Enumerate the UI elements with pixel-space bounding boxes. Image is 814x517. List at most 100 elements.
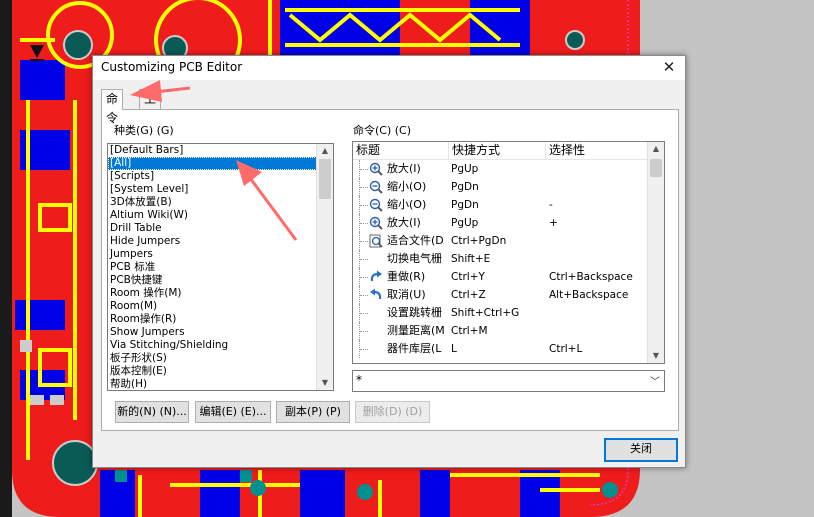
command-shortcut: Ctrl+Y [451, 271, 485, 283]
command-shortcut: PgDn [451, 181, 479, 193]
category-item[interactable]: Room操作(R) [108, 313, 333, 326]
customize-dialog: Customizing PCB Editor ✕ 命令 工具栏 种类(G) (G… [92, 55, 686, 468]
category-list[interactable]: [Default Bars] [All] [Scripts] [System Leve… [107, 143, 334, 391]
command-title: 切换电气栅 [387, 252, 442, 265]
category-item[interactable]: Via Stitching/Shielding [108, 339, 333, 352]
command-shortcut: Shift+Ctrl+G [451, 307, 520, 319]
edit-button[interactable]: 编辑(E) (E)... [195, 401, 271, 423]
scroll-down-icon[interactable]: ▼ [648, 349, 664, 363]
command-row[interactable]: 器件库层(L L Ctrl+L [353, 340, 648, 358]
category-item[interactable]: PCB 标准 [108, 261, 333, 274]
dialog-title: Customizing PCB Editor [101, 60, 243, 74]
category-item[interactable]: 3D体放置(B) [108, 196, 333, 209]
scroll-thumb[interactable] [319, 159, 331, 199]
tree-connector [359, 214, 368, 232]
column-header-shortcut[interactable]: 快捷方式 [449, 142, 546, 159]
command-row[interactable]: 设置跳转栅 Shift+Ctrl+G [353, 304, 648, 322]
command-row[interactable]: 适合文件(D Ctrl+PgDn [353, 232, 648, 250]
category-item[interactable]: 版本控制(E) [108, 365, 333, 378]
command-shortcut: Shift+E [451, 253, 491, 265]
category-item[interactable]: PCB快捷键 [108, 274, 333, 287]
scroll-down-icon[interactable]: ▼ [317, 376, 333, 390]
category-scrollbar[interactable]: ▲ ▼ [316, 144, 333, 390]
command-title: 放大(I) [387, 162, 421, 175]
tree-connector [359, 196, 368, 214]
command-title: 器件库层(L [387, 342, 442, 355]
fit-document-icon [369, 234, 383, 248]
command-title: 缩小(O) [387, 180, 427, 193]
command-filter-value: * [356, 373, 362, 387]
command-row[interactable]: 缩小(O) PgDn [353, 178, 648, 196]
category-item[interactable]: Show Jumpers [108, 326, 333, 339]
zoom-out-icon [369, 180, 383, 194]
command-title: 缩小(O) [387, 198, 427, 211]
category-item[interactable]: Drill Table [108, 222, 333, 235]
command-row[interactable]: 测量距离(M Ctrl+M [353, 322, 648, 340]
category-item[interactable]: Room 操作(M) [108, 287, 333, 300]
command-table[interactable]: 标题 快捷方式 选择性 放大(I) PgUp 缩小(O) PgDn 缩小(O) PgDn -… [352, 141, 665, 364]
command-shortcut: PgDn [451, 199, 479, 211]
close-icon[interactable]: ✕ [661, 58, 677, 76]
column-header-title[interactable]: 标题 [353, 142, 449, 159]
redo-icon [370, 270, 382, 282]
command-title: 测量距离(M [387, 324, 445, 337]
scroll-thumb[interactable] [650, 159, 662, 177]
tree-connector [359, 250, 368, 268]
command-alternate-shortcut: Ctrl+Backspace [549, 271, 633, 283]
command-row[interactable]: 缩小(O) PgDn - [353, 196, 648, 214]
command-table-header: 标题 快捷方式 选择性 [353, 142, 648, 160]
command-row[interactable]: 放大(I) PgUp + [353, 214, 648, 232]
category-item[interactable]: Jumpers [108, 248, 333, 261]
category-item[interactable]: [System Level] [108, 183, 333, 196]
zoom-out-icon [369, 198, 383, 212]
close-button[interactable]: 关闭 [604, 438, 678, 462]
command-title: 取消(U) [387, 288, 426, 301]
chevron-down-icon[interactable]: ﹀ [650, 373, 660, 388]
tree-connector [359, 322, 368, 340]
categories-label: 种类(G) (G) [114, 124, 174, 137]
zoom-in-icon [369, 162, 383, 176]
command-scrollbar[interactable]: ▲ ▼ [647, 142, 664, 363]
command-title: 设置跳转栅 [387, 306, 442, 319]
category-item[interactable]: [Default Bars] [108, 144, 333, 157]
copy-button[interactable]: 副本(P) (P) [276, 401, 350, 423]
command-row[interactable]: 重做(R) Ctrl+Y Ctrl+Backspace [353, 268, 648, 286]
tree-connector [359, 178, 368, 196]
command-alternate-shortcut: + [549, 217, 558, 229]
category-item[interactable]: [All] [108, 157, 333, 170]
scroll-up-icon[interactable]: ▲ [648, 142, 664, 156]
command-shortcut: L [451, 343, 457, 355]
category-item[interactable]: [Scripts] [108, 170, 333, 183]
command-row[interactable]: 取消(U) Ctrl+Z Alt+Backspace [353, 286, 648, 304]
scroll-up-icon[interactable]: ▲ [317, 144, 333, 158]
tree-connector [359, 304, 368, 322]
tree-connector [359, 160, 368, 178]
command-title: 放大(I) [387, 216, 421, 229]
command-shortcut: PgUp [451, 163, 479, 175]
command-shortcut: Ctrl+PgDn [451, 235, 507, 247]
category-item[interactable]: Hide Jumpers [108, 235, 333, 248]
command-filter-combo[interactable]: * ﹀ [352, 370, 665, 392]
command-alternate-shortcut: Alt+Backspace [549, 289, 629, 301]
command-shortcut: Ctrl+Z [451, 289, 486, 301]
tab-commands[interactable]: 命令 [101, 89, 124, 125]
command-row[interactable]: 放大(I) PgUp [353, 160, 648, 178]
category-item[interactable]: Altium Wiki(W) [108, 209, 333, 222]
command-title: 重做(R) [387, 270, 426, 283]
tab-toolbars[interactable]: 工具栏 [139, 89, 162, 144]
tree-connector [359, 268, 368, 286]
delete-button[interactable]: 删除(D) (D) [355, 401, 430, 423]
dialog-titlebar[interactable]: Customizing PCB Editor ✕ [93, 56, 685, 80]
category-item[interactable]: 帮助(H) [108, 378, 333, 390]
new-button[interactable]: 新的(N) (N)... [115, 401, 189, 423]
category-item[interactable]: Room(M) [108, 300, 333, 313]
command-row[interactable]: 切换电气栅 Shift+E [353, 250, 648, 268]
command-alternate-shortcut: Ctrl+L [549, 343, 583, 355]
column-header-alternate[interactable]: 选择性 [546, 142, 648, 159]
category-items: [Default Bars] [All] [Scripts] [System Leve… [108, 144, 333, 390]
command-shortcut: PgUp [451, 217, 479, 229]
commands-label: 命令(C) (C) [353, 124, 412, 137]
tree-connector [359, 232, 368, 250]
category-item[interactable]: 板子形状(S) [108, 352, 333, 365]
zoom-in-icon [369, 216, 383, 230]
